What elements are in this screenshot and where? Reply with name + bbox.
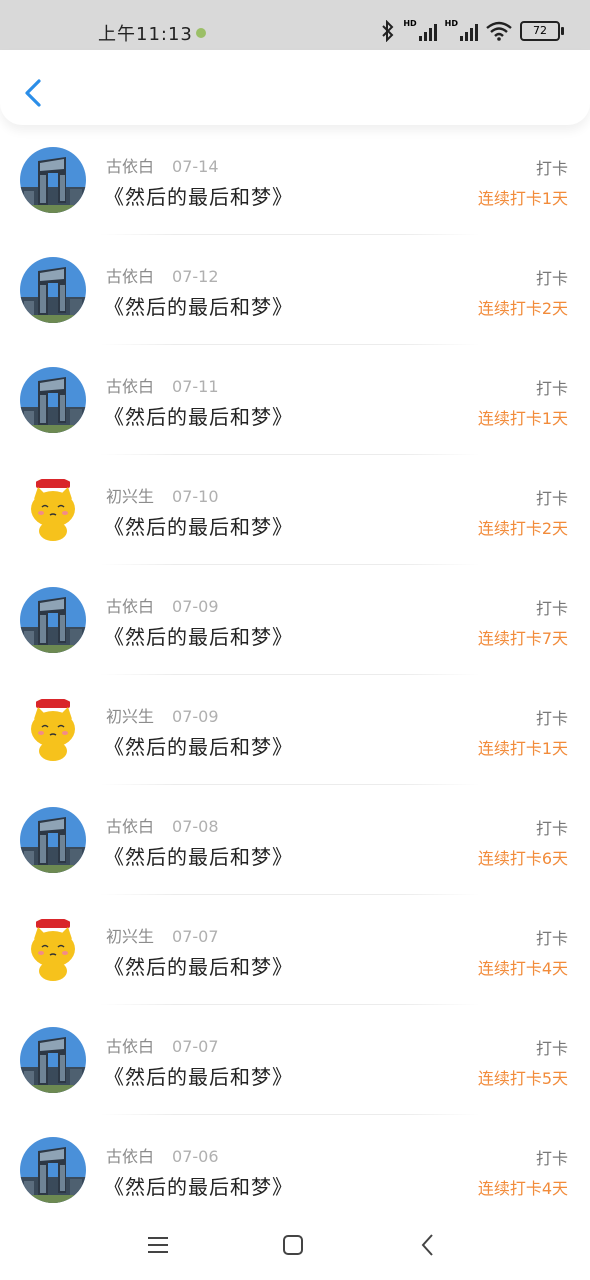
book-title: 《然后的最后和梦》 bbox=[104, 845, 293, 869]
entry-meta: 古依白 07-14 bbox=[106, 153, 219, 177]
list-item[interactable]: 古依白 07-09 《然后的最后和梦》 打卡连续打卡7天 bbox=[0, 565, 590, 675]
entry-meta: 古依白 07-11 bbox=[106, 373, 219, 397]
entry-meta: 古依白 07-12 bbox=[106, 263, 219, 287]
streak-label: 连续打卡1天 bbox=[477, 409, 568, 428]
system-nav-bar bbox=[0, 1210, 590, 1280]
avatar[interactable] bbox=[20, 477, 86, 543]
signal-icon-2 bbox=[460, 21, 478, 41]
entry-meta: 古依白 07-09 bbox=[106, 593, 219, 617]
menu-icon[interactable] bbox=[143, 1230, 173, 1260]
chevron-left-icon[interactable] bbox=[22, 78, 44, 108]
user-name: 初兴生 bbox=[106, 707, 155, 726]
user-name: 古依白 bbox=[106, 157, 155, 176]
list-item[interactable]: 古依白 07-14 《然后的最后和梦》 打卡连续打卡1天 bbox=[0, 125, 590, 235]
streak-label: 连续打卡7天 bbox=[477, 629, 568, 648]
avatar[interactable] bbox=[20, 1027, 86, 1093]
entry-date: 07-09 bbox=[172, 597, 219, 616]
checkin-label: 打卡 bbox=[535, 489, 568, 508]
notification-dot-icon bbox=[196, 28, 206, 38]
list-item[interactable]: 古依白 07-11 《然后的最后和梦》 打卡连续打卡1天 bbox=[0, 345, 590, 455]
list-item[interactable]: 古依白 07-08 《然后的最后和梦》 打卡连续打卡6天 bbox=[0, 785, 590, 895]
book-title: 《然后的最后和梦》 bbox=[104, 735, 293, 759]
list-item[interactable]: 古依白 07-12 《然后的最后和梦》 打卡连续打卡2天 bbox=[0, 235, 590, 345]
user-name: 古依白 bbox=[106, 817, 155, 836]
streak-label: 连续打卡2天 bbox=[477, 299, 568, 318]
checkin-label: 打卡 bbox=[535, 709, 568, 728]
avatar[interactable] bbox=[20, 367, 86, 433]
checkin-label: 打卡 bbox=[535, 269, 568, 288]
wifi-icon bbox=[486, 21, 512, 41]
book-title: 《然后的最后和梦》 bbox=[104, 1065, 293, 1089]
entry-meta: 古依白 07-07 bbox=[106, 1033, 219, 1057]
checkin-label: 打卡 bbox=[535, 1039, 568, 1058]
book-title: 《然后的最后和梦》 bbox=[104, 295, 293, 319]
streak-label: 连续打卡1天 bbox=[477, 189, 568, 208]
entry-date: 07-07 bbox=[172, 1037, 219, 1056]
status-icons: HD HD 72 bbox=[381, 16, 564, 46]
entry-meta: 初兴生 07-09 bbox=[106, 703, 219, 727]
list-item[interactable]: 古依白 07-06 《然后的最后和梦》 打卡连续打卡4天 bbox=[0, 1115, 590, 1225]
avatar[interactable] bbox=[20, 917, 86, 983]
user-name: 古依白 bbox=[106, 377, 155, 396]
book-title: 《然后的最后和梦》 bbox=[104, 405, 293, 429]
top-bar bbox=[0, 50, 590, 125]
hd-badge-icon: HD bbox=[403, 18, 417, 28]
avatar[interactable] bbox=[20, 807, 86, 873]
entry-date: 07-11 bbox=[172, 377, 219, 396]
list-item[interactable]: 初兴生 07-10 《然后的最后和梦》 打卡连续打卡2天 bbox=[0, 455, 590, 565]
list-item[interactable]: 初兴生 07-07 《然后的最后和梦》 打卡连续打卡4天 bbox=[0, 895, 590, 1005]
book-title: 《然后的最后和梦》 bbox=[104, 1175, 293, 1199]
streak-label: 连续打卡5天 bbox=[477, 1069, 568, 1088]
entry-meta: 古依白 07-06 bbox=[106, 1143, 219, 1167]
signal-icon bbox=[418, 21, 437, 41]
entry-date: 07-10 bbox=[172, 487, 219, 506]
entry-date: 07-09 bbox=[172, 707, 219, 726]
checkin-label: 打卡 bbox=[535, 379, 568, 398]
checkin-label: 打卡 bbox=[535, 819, 568, 838]
user-name: 初兴生 bbox=[106, 927, 155, 946]
streak-label: 连续打卡6天 bbox=[477, 849, 568, 868]
book-title: 《然后的最后和梦》 bbox=[104, 955, 293, 979]
hd-badge-icon-2: HD bbox=[444, 18, 458, 28]
list-item[interactable]: 初兴生 07-09 《然后的最后和梦》 打卡连续打卡1天 bbox=[0, 675, 590, 785]
entry-meta: 初兴生 07-10 bbox=[106, 483, 219, 507]
checkin-list: 古依白 07-14 《然后的最后和梦》 打卡 连续打卡1天 古依白 07-12 《然后的最后和… bbox=[0, 125, 590, 1225]
avatar[interactable] bbox=[20, 147, 86, 213]
book-title: 《然后的最后和梦》 bbox=[104, 515, 293, 539]
entry-meta: 初兴生 07-07 bbox=[106, 923, 219, 947]
entry-date: 07-08 bbox=[172, 817, 219, 836]
bluetooth-icon bbox=[382, 20, 394, 42]
status-time: 上午11:13 bbox=[98, 24, 193, 45]
book-title: 《然后的最后和梦》 bbox=[104, 625, 293, 649]
avatar[interactable] bbox=[20, 587, 86, 653]
user-name: 古依白 bbox=[106, 1037, 155, 1056]
battery-icon: 72 bbox=[520, 21, 564, 41]
streak-label: 连续打卡2天 bbox=[477, 519, 568, 538]
nav-back-icon[interactable] bbox=[413, 1230, 443, 1260]
avatar[interactable] bbox=[20, 257, 86, 323]
checkin-label: 打卡 bbox=[535, 159, 568, 178]
entry-date: 07-12 bbox=[172, 267, 219, 286]
streak-label: 连续打卡4天 bbox=[477, 959, 568, 978]
entry-meta: 古依白 07-08 bbox=[106, 813, 219, 837]
user-name: 古依白 bbox=[106, 1147, 155, 1166]
avatar[interactable] bbox=[20, 697, 86, 763]
status-bar: 上午11:13 HD HD 72 bbox=[0, 0, 590, 50]
user-name: 古依白 bbox=[106, 267, 155, 286]
checkin-label: 打卡 bbox=[535, 1149, 568, 1168]
list-item[interactable]: 古依白 07-07 《然后的最后和梦》 打卡连续打卡5天 bbox=[0, 1005, 590, 1115]
checkin-label: 打卡 bbox=[535, 929, 568, 948]
home-icon[interactable] bbox=[278, 1230, 308, 1260]
entry-date: 07-06 bbox=[172, 1147, 219, 1166]
book-title: 《然后的最后和梦》 bbox=[104, 185, 293, 209]
entry-date: 07-07 bbox=[172, 927, 219, 946]
user-name: 初兴生 bbox=[106, 487, 155, 506]
entry-date: 07-14 bbox=[172, 157, 219, 176]
user-name: 古依白 bbox=[106, 597, 155, 616]
checkin-label: 打卡 bbox=[535, 599, 568, 618]
avatar[interactable] bbox=[20, 1137, 86, 1203]
streak-label: 连续打卡4天 bbox=[477, 1179, 568, 1198]
streak-label: 连续打卡1天 bbox=[477, 739, 568, 758]
